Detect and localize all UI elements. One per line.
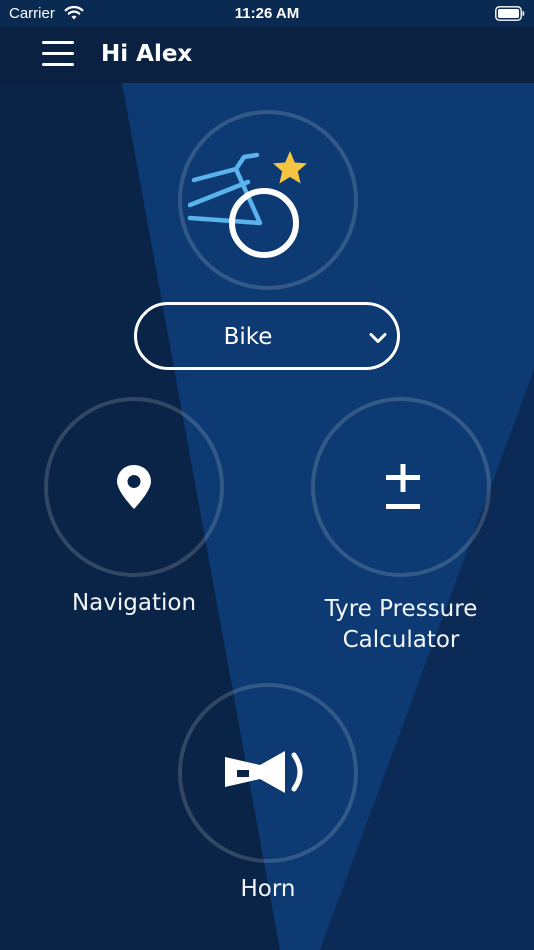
status-bar: Carrier 11:26 AM xyxy=(0,0,534,27)
chevron-down-icon xyxy=(369,333,387,343)
tyre-pressure-label[interactable]: Tyre Pressure Calculator xyxy=(282,594,520,656)
clock: 11:26 AM xyxy=(234,5,300,22)
plus-minus-icon xyxy=(386,464,420,509)
greeting-title: Hi Alex xyxy=(101,41,193,67)
navigation-label[interactable]: Navigation xyxy=(14,588,254,619)
tyre-pressure-button[interactable] xyxy=(311,397,491,577)
horn-icon xyxy=(225,751,303,793)
menu-icon xyxy=(42,63,74,66)
bike-icon xyxy=(187,152,299,258)
location-pin-icon xyxy=(117,465,151,509)
menu-button[interactable] xyxy=(42,38,75,70)
vehicle-avatar xyxy=(178,110,358,290)
battery-icon xyxy=(495,6,525,21)
menu-icon xyxy=(42,41,74,44)
vehicle-dropdown[interactable]: Bike xyxy=(134,302,400,370)
vehicle-dropdown-value: Bike xyxy=(223,324,273,350)
horn-button[interactable] xyxy=(178,683,358,863)
navigation-button[interactable] xyxy=(44,397,224,577)
menu-icon xyxy=(42,52,74,55)
top-nav-bar: Hi Alex xyxy=(0,27,534,83)
star-icon xyxy=(273,151,307,184)
horn-label[interactable]: Horn xyxy=(148,874,388,905)
